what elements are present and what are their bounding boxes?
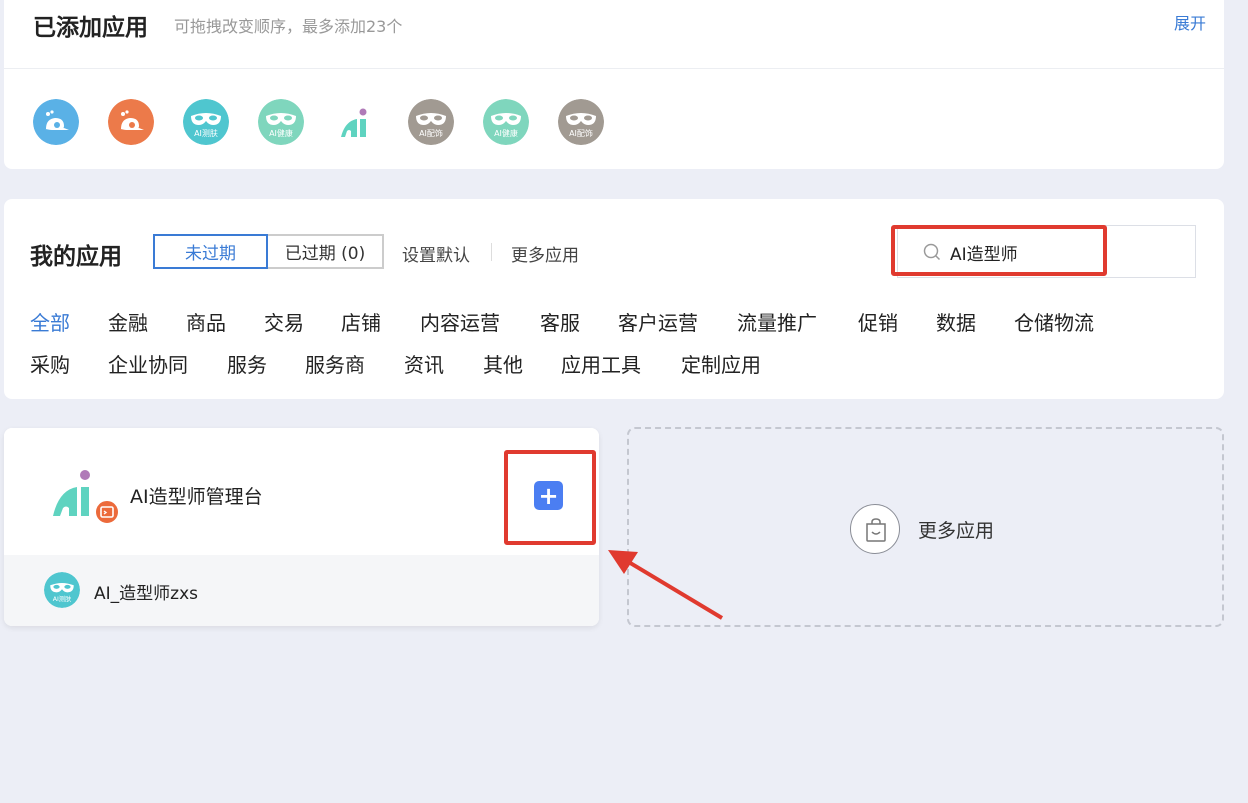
snail-orange-icon[interactable]: [108, 99, 154, 145]
mask-label: AI配饰: [569, 128, 593, 138]
category-tab[interactable]: 客户运营: [618, 307, 698, 336]
add-app-button[interactable]: +: [534, 481, 563, 510]
category-tab[interactable]: 服务: [227, 349, 267, 378]
category-tab[interactable]: 商品: [186, 307, 226, 336]
snail-blue-icon[interactable]: [33, 99, 79, 145]
more-apps-card-label: 更多应用: [918, 520, 995, 542]
mask-label: AI配饰: [419, 128, 443, 138]
added-apps-panel: 已添加应用 可拖拽改变顺序，最多添加23个 展开 AI测肤 AI健康 AI配饰 …: [4, 0, 1224, 169]
mask-teal-icon: AI测肤: [44, 572, 80, 608]
category-tab[interactable]: 企业协同: [108, 349, 188, 378]
category-tab[interactable]: 内容运营: [420, 307, 500, 336]
sub-app-row[interactable]: AI测肤 AI_造型师zxs: [4, 555, 599, 626]
ai-stylist-logo-icon[interactable]: [333, 99, 379, 145]
category-tab[interactable]: 交易: [264, 307, 304, 336]
app-result-header: AI造型师管理台 +: [4, 428, 599, 555]
search-input[interactable]: [950, 238, 1150, 266]
added-apps-hint: 可拖拽改变顺序，最多添加23个: [174, 17, 403, 36]
category-tab[interactable]: 促销: [858, 307, 898, 336]
mask-label: AI健康: [269, 128, 293, 138]
category-tab[interactable]: 仓储物流: [1014, 307, 1094, 336]
mask-label: AI测肤: [194, 128, 218, 138]
mask-mint-icon[interactable]: AI健康: [258, 99, 304, 145]
ai-stylist-admin-logo-icon: [49, 466, 120, 526]
category-tab[interactable]: 流量推广: [737, 307, 817, 336]
shopping-bag-icon: [850, 504, 900, 554]
more-apps-card[interactable]: 更多应用: [627, 427, 1224, 627]
category-tab[interactable]: 金融: [108, 307, 148, 336]
category-tab[interactable]: 客服: [540, 307, 580, 336]
search-icon: [923, 243, 941, 261]
category-tab[interactable]: 店铺: [341, 307, 381, 336]
set-default-link[interactable]: 设置默认: [402, 241, 470, 266]
my-apps-title: 我的应用: [30, 244, 122, 270]
added-apps-title: 已添加应用: [33, 15, 148, 41]
category-tab[interactable]: 其他: [483, 349, 523, 378]
mask-mint-icon-2[interactable]: AI健康: [483, 99, 529, 145]
category-tab[interactable]: 资讯: [404, 349, 444, 378]
category-tab[interactable]: 服务商: [305, 349, 365, 378]
mask-gray-icon[interactable]: AI配饰: [408, 99, 454, 145]
expand-link[interactable]: 展开: [1174, 10, 1206, 34]
tab-unexpired[interactable]: 未过期: [153, 234, 268, 269]
search-box[interactable]: [897, 225, 1196, 278]
more-apps-link[interactable]: 更多应用: [511, 241, 579, 266]
sub-app-name: AI_造型师zxs: [94, 584, 198, 604]
mask-teal-icon[interactable]: AI测肤: [183, 99, 229, 145]
category-tab[interactable]: 应用工具: [561, 349, 641, 378]
my-apps-panel: 我的应用 未过期 已过期 (0) 设置默认 更多应用 全部 金融 商品 交易 店铺 内容运…: [4, 199, 1224, 399]
link-divider: [491, 243, 492, 261]
mask-label: AI健康: [494, 128, 518, 138]
mask-gray-icon-2[interactable]: AI配饰: [558, 99, 604, 145]
tab-expired[interactable]: 已过期 (0): [268, 234, 384, 269]
mask-label: AI测肤: [53, 594, 72, 603]
app-result-card: AI造型师管理台 + AI测肤 AI_造型师zxs: [4, 428, 599, 626]
app-name: AI造型师管理台: [130, 486, 263, 508]
category-tab[interactable]: 定制应用: [681, 349, 761, 378]
category-tab[interactable]: 采购: [30, 349, 70, 378]
category-tab[interactable]: 全部: [30, 307, 70, 336]
added-apps-header: 已添加应用 可拖拽改变顺序，最多添加23个 展开: [4, 0, 1224, 69]
category-tab[interactable]: 数据: [936, 307, 976, 336]
